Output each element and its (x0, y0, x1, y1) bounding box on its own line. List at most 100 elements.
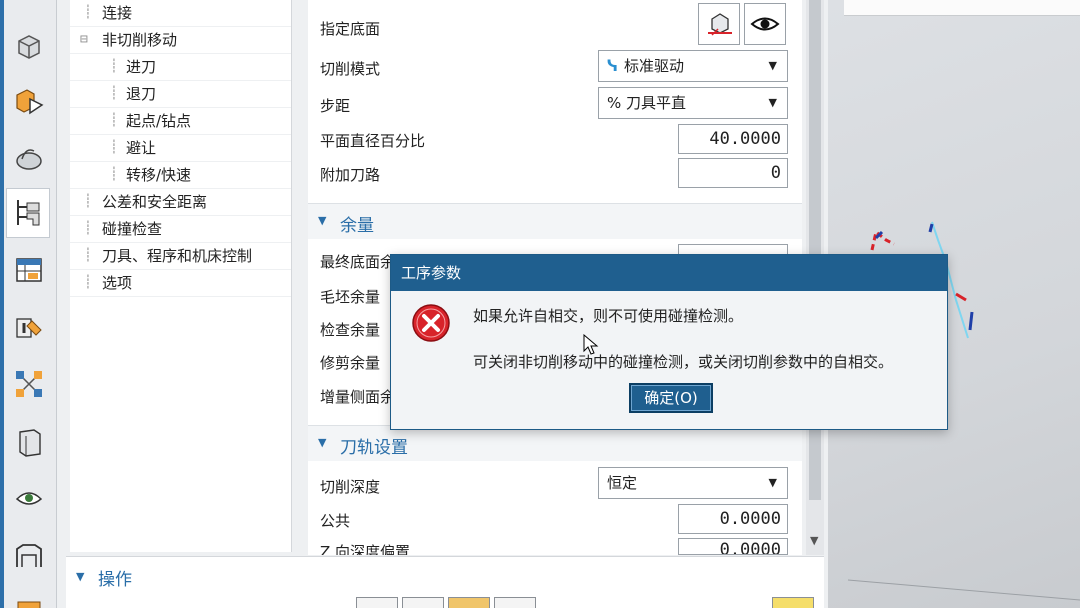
cube-icon (18, 35, 40, 59)
tree-item-label: 退刀 (126, 85, 157, 103)
tree-item-label: 非切削移动 (102, 31, 178, 49)
visualization-button[interactable] (10, 480, 48, 516)
parameter-tree: ┊ 连接 ⊟ 非切削移动 ┊ 进刀 ┊ 退刀 ┊ 起点/钻点 ┊ 避让 ┊ 转移/快速 ┊ 公差和安全距离 ┊ 碰… (70, 0, 292, 552)
z-depth-offset-input[interactable]: 0.0000 (678, 538, 788, 555)
tree-line-icon: ┊ (110, 140, 118, 155)
tree-item-label: 公差和安全距离 (102, 193, 208, 211)
assembly-navigator-button[interactable] (10, 84, 48, 120)
cut-depth-label: 切削深度 (320, 478, 381, 496)
check-stock-label: 检查余量 (320, 321, 381, 339)
tree-item-label: 碰撞检查 (102, 220, 163, 238)
tree-line-icon: ┊ (84, 5, 92, 20)
stock-section-title: 余量 (340, 216, 374, 236)
machine-navigator-button[interactable] (10, 252, 48, 288)
error-icon (412, 304, 450, 342)
tree-item[interactable]: ┊ 退刀 (70, 81, 291, 108)
roles-button[interactable] (10, 538, 48, 574)
ok-button[interactable]: 确定(O) (629, 383, 713, 413)
operation-navigator-button[interactable] (6, 188, 50, 238)
blank-stock-label: 毛坯余量 (320, 288, 381, 306)
tool-library-button[interactable] (10, 310, 48, 346)
wrench-icon (16, 318, 42, 338)
assembly-icon (16, 89, 44, 115)
cut-depth-value: 恒定 (607, 474, 638, 492)
verify-button[interactable] (448, 597, 490, 608)
tree-item[interactable]: ┊ 碰撞检查 (70, 216, 291, 243)
feature-navigator-button[interactable] (10, 366, 48, 402)
shape-icon (16, 149, 42, 170)
tree-line-icon: ┊ (84, 275, 92, 290)
display-floor-button[interactable] (744, 3, 786, 45)
frame-icon (16, 544, 42, 567)
dialog-message-secondary: 可关闭非切削移动中的碰撞检测，或关闭切削参数中的自相交。 (473, 353, 894, 371)
scroll-down-icon[interactable]: ▼ (810, 534, 818, 547)
floor-select-icon (708, 13, 732, 36)
cut-mode-value: 标准驱动 (623, 57, 684, 75)
constraint-navigator-button[interactable] (10, 140, 48, 176)
tree-item-label: 选项 (102, 274, 133, 292)
stepover-select[interactable]: % 刀具平直 ▼ (598, 87, 788, 119)
floor-label: 指定底面 (320, 20, 381, 38)
stepover-value: % 刀具平直 (607, 94, 687, 112)
cut-mode-select[interactable]: ᓭ 标准驱动 ▼ (598, 50, 788, 82)
history-button[interactable] (10, 424, 48, 460)
chevron-down-icon: ▼ (768, 96, 777, 109)
common-label: 公共 (320, 512, 351, 530)
resource-toolbar (0, 0, 57, 608)
more-tools-button[interactable] (10, 590, 48, 608)
operation-tree-icon (17, 200, 40, 226)
collapse-triangle-icon[interactable]: ▼ (76, 570, 84, 583)
tree-item[interactable]: ┊ 转移/快速 (70, 162, 291, 189)
tree-item-label: 刀具、程序和机床控制 (102, 247, 253, 265)
z-depth-offset-label: Z 向深度偏置 (320, 543, 411, 555)
collapse-triangle-icon: ▼ (318, 214, 327, 227)
dialog-title: 工序参数 (391, 255, 947, 291)
cut-depth-select[interactable]: 恒定 ▼ (598, 467, 788, 499)
path-settings-section-header[interactable]: ▼ 刀轨设置 (308, 425, 802, 461)
tree-line-icon: ┊ (84, 248, 92, 263)
stepover-label: 步距 (320, 97, 351, 115)
generate-button[interactable] (356, 597, 398, 608)
stock-section-header[interactable]: ▼ 余量 (308, 203, 802, 239)
toolbar-edge (0, 0, 4, 608)
tree-item[interactable]: ┊ 起点/钻点 (70, 108, 291, 135)
tree-line-icon: ┊ (84, 194, 92, 209)
collapse-triangle-icon: ▼ (318, 436, 327, 449)
book-icon (19, 429, 41, 457)
cut-mode-label: 切削模式 (320, 60, 381, 78)
tree-item[interactable]: ┊ 公差和安全距离 (70, 189, 291, 216)
mouse-cursor-icon (583, 334, 599, 355)
tree-item[interactable]: ┊ 避让 (70, 135, 291, 162)
eye-icon (750, 17, 780, 31)
flat-diameter-input[interactable]: 40.0000 (678, 124, 788, 154)
select-floor-button[interactable] (698, 3, 740, 45)
part-navigator-button[interactable] (10, 28, 48, 64)
tree-item-label: 进刀 (126, 58, 157, 76)
tree-line-icon: ┊ (110, 59, 118, 74)
tree-item[interactable]: ┊ 刀具、程序和机床控制 (70, 243, 291, 270)
drive-icon: ᓭ (607, 57, 618, 75)
tree-item-label: 连接 (102, 4, 133, 22)
flat-diameter-label: 平面直径百分比 (320, 132, 426, 150)
tree-item-label: 转移/快速 (126, 166, 192, 184)
chevron-down-icon: ▼ (768, 476, 777, 489)
collapse-icon[interactable]: ⊟ (80, 27, 88, 53)
tree-item[interactable]: ┊ 进刀 (70, 54, 291, 81)
tree-line-icon: ┊ (110, 86, 118, 101)
additional-passes-input[interactable]: 0 (678, 158, 788, 188)
path-settings-title: 刀轨设置 (340, 438, 408, 458)
replay-button[interactable] (402, 597, 444, 608)
folder-icon (17, 601, 41, 608)
eye-icon (15, 492, 43, 505)
tree-item[interactable]: ⊟ 非切削移动 (70, 27, 291, 54)
list-button[interactable] (494, 597, 536, 608)
network-icon (16, 371, 42, 397)
tree-line-icon: ┊ (110, 167, 118, 182)
star-button[interactable] (772, 597, 814, 608)
trim-stock-label: 修剪余量 (320, 354, 381, 372)
table-icon (16, 258, 42, 282)
tree-item[interactable]: ┊ 连接 (70, 0, 291, 27)
tree-item[interactable]: ┊ 选项 (70, 270, 291, 297)
operation-parameters-dialog: 工序参数 如果允许自相交，则不可使用碰撞检测。 可关闭非切削移动中的碰撞检测，或… (390, 254, 948, 430)
common-depth-input[interactable]: 0.0000 (678, 504, 788, 534)
